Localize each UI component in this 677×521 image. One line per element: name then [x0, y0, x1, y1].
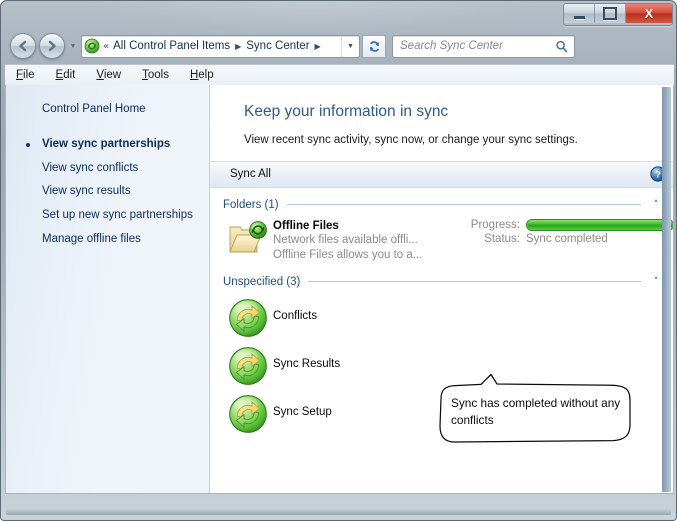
- menu-edit[interactable]: Edit: [56, 69, 76, 81]
- navigation-sidebar: Control Panel Home View sync partnership…: [6, 85, 210, 493]
- sidebar-item-manage-offline-files[interactable]: Manage offline files: [6, 228, 209, 252]
- sync-all-button[interactable]: Sync All: [223, 166, 278, 182]
- client-area: Control Panel Home View sync partnership…: [5, 85, 674, 494]
- item-icon-wrap: [223, 297, 273, 338]
- command-toolbar: Sync All ?: [210, 161, 673, 188]
- refresh-button[interactable]: [362, 35, 386, 58]
- group-unspecified: Unspecified (3) ˄: [210, 274, 673, 434]
- forward-button[interactable]: [39, 33, 65, 59]
- sync-sphere-icon: [228, 346, 268, 386]
- item-text-block: Sync Setup: [273, 393, 458, 419]
- breadcrumb-all-control-panel-items[interactable]: All Control Panel Items: [113, 40, 230, 52]
- forward-arrow-icon: [45, 39, 59, 53]
- search-box[interactable]: [392, 35, 575, 58]
- sync-partnership-row[interactable]: Sync Setup: [223, 386, 673, 434]
- item-text-block: Conflicts: [273, 297, 458, 323]
- menu-file[interactable]: File: [16, 69, 35, 81]
- progress-line: Progress:: [458, 219, 673, 231]
- recent-pages-button[interactable]: ▼: [67, 43, 79, 50]
- group-title-unspecified: Unspecified (3): [223, 276, 300, 288]
- sidebar-item-set-up-new-sync-partnerships[interactable]: Set up new sync partnerships: [6, 204, 209, 228]
- minimize-button[interactable]: [564, 4, 595, 23]
- partnership-name: Sync Setup: [273, 405, 458, 419]
- sidebar-item-view-sync-results[interactable]: View sync results: [6, 180, 209, 204]
- search-icon: [555, 40, 568, 53]
- content-pane: Keep your information in sync View recen…: [210, 85, 673, 493]
- title-bar: X: [1, 1, 677, 29]
- address-overflow-chevron[interactable]: «: [103, 41, 109, 52]
- group-rule: [308, 281, 641, 282]
- offline-files-folder-icon: [227, 218, 269, 256]
- sync-sphere-icon: [228, 394, 268, 434]
- partnership-name: Offline Files: [273, 219, 458, 233]
- item-text-block: Offline Files Network files available of…: [273, 217, 458, 263]
- breadcrumb-sync-center[interactable]: Sync Center: [246, 40, 309, 52]
- item-icon-wrap: [223, 345, 273, 386]
- menu-view[interactable]: View: [96, 69, 121, 81]
- group-folders: Folders (1) ˄: [210, 197, 673, 263]
- menu-tools[interactable]: Tools: [142, 69, 169, 81]
- menu-help[interactable]: Help: [190, 69, 214, 81]
- partnership-description-line-2: Offline Files allows you to a...: [273, 248, 458, 263]
- sync-partnership-row[interactable]: Offline Files Network files available of…: [223, 213, 673, 263]
- sync-center-window: X ▼: [0, 0, 677, 521]
- window-controls: X: [563, 3, 673, 26]
- collapse-chevron-icon[interactable]: ˄: [649, 200, 663, 210]
- partnership-description-line-1: Network files available offli...: [273, 233, 458, 248]
- content-header: Keep your information in sync View recen…: [210, 85, 673, 161]
- group-header: Folders (1) ˄: [223, 197, 673, 213]
- svg-text:?: ?: [655, 170, 661, 181]
- window-bottom-edge: [6, 508, 671, 515]
- status-line: Status: Sync completed: [458, 233, 673, 245]
- address-bar-row: ▼ « All Control Panel Items ▶ Sy: [1, 31, 677, 61]
- back-button[interactable]: [10, 33, 36, 59]
- close-icon: X: [645, 7, 654, 20]
- item-icon-wrap: [223, 393, 273, 434]
- search-input[interactable]: [400, 40, 555, 52]
- current-item-bullet-icon: [26, 143, 30, 147]
- progress-label: Progress:: [458, 219, 520, 231]
- window-scrollbar[interactable]: [662, 87, 671, 492]
- partnership-status-block: Progress: Status: Sync completed: [458, 217, 673, 247]
- breadcrumb-separator-2[interactable]: ▶: [315, 42, 321, 51]
- refresh-icon: [367, 39, 382, 54]
- close-button[interactable]: X: [626, 4, 672, 23]
- page-subtitle: View recent sync activity, sync now, or …: [244, 134, 673, 161]
- item-icon-wrap: [223, 217, 273, 256]
- sync-progress-bar: [526, 219, 673, 231]
- sync-sphere-icon: [228, 298, 268, 338]
- minimize-icon: [574, 16, 585, 19]
- address-history-dropdown[interactable]: ▼: [341, 36, 359, 57]
- group-title-folders: Folders (1): [223, 199, 279, 211]
- group-header: Unspecified (3) ˄: [223, 274, 673, 290]
- page-title: Keep your information in sync: [244, 103, 673, 122]
- partnership-name: Sync Results: [273, 357, 458, 371]
- item-text-block: Sync Results: [273, 345, 458, 371]
- status-value: Sync completed: [526, 233, 608, 245]
- address-bar[interactable]: « All Control Panel Items ▶ Sync Center …: [81, 35, 360, 58]
- sidebar-item-view-sync-partnerships[interactable]: View sync partnerships: [6, 133, 209, 157]
- sync-partnership-row[interactable]: Conflicts: [223, 290, 673, 338]
- sidebar-item-view-sync-conflicts[interactable]: View sync conflicts: [6, 157, 209, 181]
- sidebar-item-label: View sync partnerships: [42, 138, 170, 150]
- status-label: Status:: [458, 233, 520, 245]
- group-rule: [287, 204, 641, 205]
- sync-center-icon: [84, 38, 100, 54]
- back-arrow-icon: [16, 39, 30, 53]
- sync-partnership-row[interactable]: Sync Results: [223, 338, 673, 386]
- collapse-chevron-icon[interactable]: ˄: [649, 277, 663, 287]
- menu-bar: File Edit View Tools Help: [5, 64, 674, 85]
- breadcrumb-separator-1[interactable]: ▶: [235, 42, 241, 51]
- maximize-button[interactable]: [595, 4, 626, 23]
- sync-progress-fill: [527, 220, 673, 230]
- partnership-name: Conflicts: [273, 309, 458, 323]
- maximize-icon: [603, 7, 617, 20]
- sync-partnerships-panel: Folders (1) ˄: [210, 197, 673, 493]
- sidebar-item-control-panel-home[interactable]: Control Panel Home: [6, 98, 209, 122]
